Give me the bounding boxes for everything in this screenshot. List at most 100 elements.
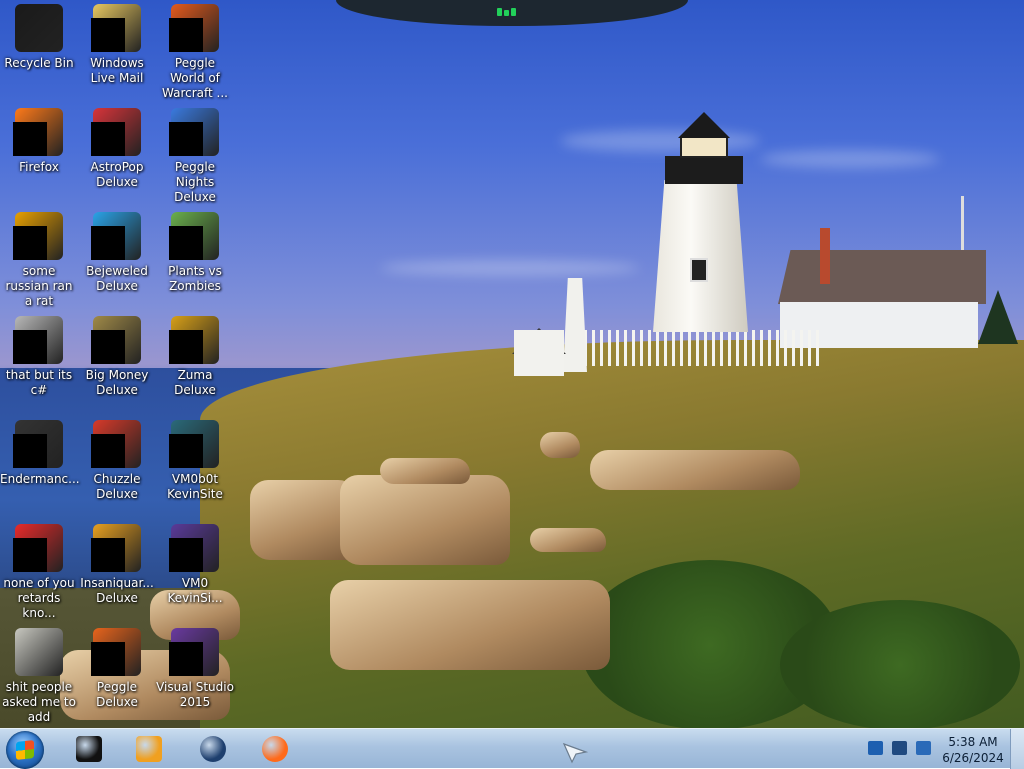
desktop-icon[interactable]: Visual Studio 2015 [156,628,234,710]
firefox-icon [262,736,288,762]
insaniquarium-icon [91,524,141,572]
mouse-pointer-icon [562,742,589,764]
desktop-icon[interactable]: VM0 KevinSi... [156,524,234,606]
desktop-icon-label: none of you retards kno... [3,576,75,620]
taskbar-globe-icon[interactable] [196,732,230,766]
desktop-icon-label: Firefox [19,160,59,174]
redaction-box [169,122,203,156]
peggle-icon [91,628,141,676]
redaction-box [91,434,125,468]
clock[interactable]: 5:38 AM 6/26/2024 [938,734,1008,766]
desktop-icon-label: Peggle World of Warcraft ... [162,56,228,100]
redaction-box [169,434,203,468]
lighthouse-lantern [680,136,728,158]
rock [590,450,800,490]
desktop-icon[interactable]: Firefox [0,108,78,175]
sound-icon[interactable] [916,741,931,755]
cmd-icon [76,736,102,762]
desktop-icon-label: AstroPop Deluxe [90,160,144,189]
desktop-icon[interactable]: Windows Live Mail [78,4,156,86]
media-player-icon [136,736,162,762]
redaction-box [169,642,203,676]
visual-studio-icon [169,628,219,676]
clock-date: 6/26/2024 [942,751,1004,765]
redaction-box [91,18,125,52]
desktop-icon[interactable]: some russian ran a rat [0,212,78,309]
lighthouse-window [690,258,708,282]
desktop-icon-label: Endermanc... [0,472,80,486]
clock-time: 5:38 AM [948,735,998,749]
redaction-box [169,330,203,364]
desktop-icon-label: some russian ran a rat [5,264,73,308]
desktop-icon-label: Peggle Nights Deluxe [174,160,216,204]
taskbar-media-player-icon[interactable] [132,732,166,766]
desktop-icon[interactable]: Chuzzle Deluxe [78,420,156,502]
status-led [504,10,509,16]
show-desktop-button[interactable] [1010,729,1024,769]
taskbar-cmd-icon[interactable] [72,732,106,766]
desktop-icon[interactable]: Zuma Deluxe [156,316,234,398]
redaction-box [13,122,47,156]
chimney [820,228,830,284]
desktop-icon[interactable]: Big Money Deluxe [78,316,156,398]
desktop-icon[interactable]: VM0b0t KevinSite [156,420,234,502]
house-roof [778,250,986,304]
desktop-icon-label: Peggle Deluxe [96,680,138,709]
desktop-icon[interactable]: Insaniquar... Deluxe [78,524,156,606]
desktop-icon[interactable]: AstroPop Deluxe [78,108,156,190]
desktop-icon[interactable]: Peggle Nights Deluxe [156,108,234,205]
rock [530,528,606,552]
lighthouse-gallery [665,156,743,184]
recycle-bin-icon [15,4,63,52]
desktop-icon[interactable]: Peggle Deluxe [78,628,156,710]
cloud [380,260,640,276]
desktop-icon-label: Recycle Bin [4,56,74,70]
desktop-icon[interactable]: none of you retards kno... [0,524,78,621]
desktop-icon-label: Chuzzle Deluxe [93,472,141,501]
globe-icon [200,736,226,762]
desktop-icon[interactable]: Plants vs Zombies [156,212,234,294]
pvz-icon [169,212,219,260]
mail-icon [91,4,141,52]
opera-icon [13,524,63,572]
taskbar: 5:38 AM 6/26/2024 [0,728,1024,769]
desktop-icon-label: Windows Live Mail [90,56,144,85]
shrub [780,600,1020,728]
peggle-wow-icon [169,4,219,52]
rock [340,475,510,565]
folder-icon [15,628,63,676]
chuzzle-icon [91,420,141,468]
status-led [511,8,516,16]
desktop-icon-label: Zuma Deluxe [174,368,216,397]
desktop-icon[interactable]: Bejeweled Deluxe [78,212,156,294]
desktop-icon-label: Visual Studio 2015 [156,680,234,709]
desktop-icon-label: Bejeweled Deluxe [86,264,148,293]
desktop-icon[interactable]: Peggle World of Warcraft ... [156,4,234,101]
file-stack-icon [13,316,63,364]
desktop-icon-label: shit people asked me to add [2,680,76,724]
desktop-icon-label: VM0b0t KevinSite [167,472,223,501]
cloud [560,130,760,152]
network-icon[interactable] [868,741,883,755]
start-button[interactable] [6,731,44,769]
desktop-icon[interactable]: Endermanc... [0,420,80,487]
redaction-box [169,538,203,572]
shed [514,330,564,376]
firefox-icon [13,108,63,156]
redaction-box [91,330,125,364]
picket-fence [584,330,819,366]
desktop-icon-label: that but its c# [5,368,73,397]
redaction-box [169,18,203,52]
rock [540,432,580,458]
desktop-icon-label: Big Money Deluxe [85,368,149,397]
display-icon[interactable] [892,741,907,755]
desktop-icon-label: Insaniquar... Deluxe [80,576,154,605]
desktop-icon[interactable]: shit people asked me to add [0,628,78,725]
desktop-icon[interactable]: Recycle Bin [0,4,78,71]
desktop-icon[interactable]: that but its c# [0,316,78,398]
redaction-box [91,122,125,156]
redaction-box [13,330,47,364]
taskbar-firefox-icon[interactable] [258,732,292,766]
redaction-box [13,434,47,468]
desktop-icon-label: VM0 KevinSi... [167,576,223,605]
